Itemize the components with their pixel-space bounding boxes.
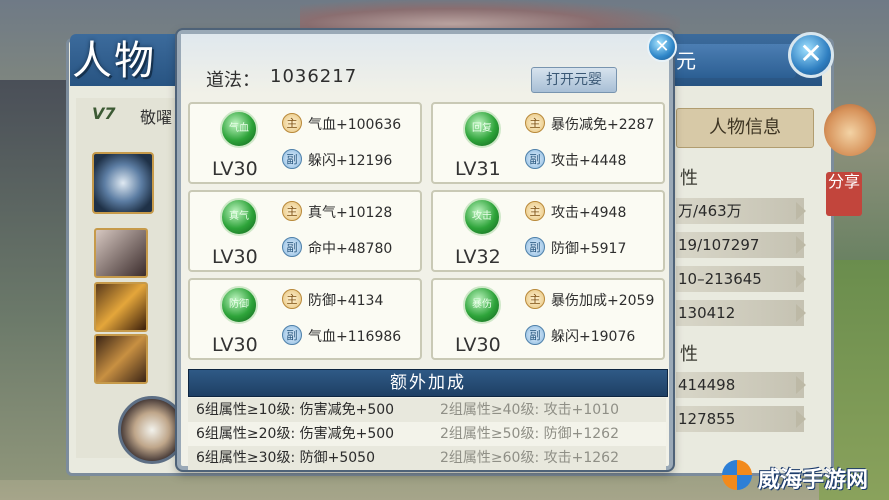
watermark-logo-icon xyxy=(722,460,752,490)
attribute-card[interactable]: 攻击 LV32 主 攻击+4948 副 防御+5917 xyxy=(431,190,665,272)
share-button[interactable]: 分享 xyxy=(826,172,862,216)
character-portrait[interactable] xyxy=(92,152,154,214)
sub-stat: 躲闪+19076 xyxy=(551,329,636,345)
main-badge-icon: 主 xyxy=(282,113,302,133)
main-badge-icon: 主 xyxy=(525,289,545,309)
bonus-right: 2组属性≥50级: 防御+1262 xyxy=(440,426,619,442)
bonus-left: 6组属性≥20级: 伤害减免+500 xyxy=(196,426,395,442)
bonus-row: 6组属性≥30级: 防御+5050 2组属性≥60级: 攻击+1262 xyxy=(188,446,666,470)
main-stat: 攻击+4948 xyxy=(551,205,627,221)
card-level: LV30 xyxy=(455,334,501,356)
sub-badge-icon: 副 xyxy=(282,149,302,169)
watermark-text: 威海手游网 xyxy=(758,468,869,493)
attribute-row[interactable]: 19/107297 xyxy=(676,232,806,258)
bonus-section-title: 额外加成 xyxy=(188,369,668,397)
daofa-label: 道法： xyxy=(206,70,260,91)
daofa-popup: 道法： 1036217 打开元婴 ✕ 气血 LV30 主 气血+100636 副… xyxy=(177,30,677,470)
main-stat: 气血+100636 xyxy=(308,117,402,133)
jade-gem-icon: 防御 xyxy=(220,286,258,324)
section-label-1: 性 xyxy=(680,168,698,189)
sub-stat: 攻击+4448 xyxy=(551,153,627,169)
attribute-row[interactable]: 10–213645 xyxy=(676,266,806,292)
main-stat: 防御+4134 xyxy=(308,293,384,309)
attribute-card[interactable]: 回复 LV31 主 暴伤减免+2287 副 攻击+4448 xyxy=(431,102,665,184)
card-level: LV30 xyxy=(212,334,258,356)
main-stat: 暴伤加成+2059 xyxy=(551,293,655,309)
character-panel-title: 人物 xyxy=(72,38,156,84)
card-level: LV30 xyxy=(212,246,258,268)
main-badge-icon: 主 xyxy=(525,113,545,133)
daofa-value: 1036217 xyxy=(270,66,358,87)
vip-badge: V7 xyxy=(92,104,116,123)
bonus-row: 6组属性≥10级: 伤害减免+500 2组属性≥40级: 攻击+1010 xyxy=(188,398,666,422)
close-popup-button[interactable]: ✕ xyxy=(647,32,677,62)
attribute-card[interactable]: 防御 LV30 主 防御+4134 副 气血+116986 xyxy=(188,278,422,360)
equipment-slot-2[interactable] xyxy=(94,282,148,332)
open-yuanying-button[interactable]: 打开元婴 xyxy=(531,67,617,93)
card-level: LV31 xyxy=(455,158,501,180)
jade-gem-icon: 气血 xyxy=(220,110,258,148)
sub-stat: 防御+5917 xyxy=(551,241,627,257)
main-badge-icon: 主 xyxy=(282,289,302,309)
bonus-left: 6组属性≥30级: 防御+5050 xyxy=(196,450,375,466)
bonus-left: 6组属性≥10级: 伤害减免+500 xyxy=(196,402,395,418)
main-stat: 暴伤减免+2287 xyxy=(551,117,655,133)
main-badge-icon: 主 xyxy=(282,201,302,221)
attribute-card[interactable]: 暴伤 LV30 主 暴伤加成+2059 副 躲闪+19076 xyxy=(431,278,665,360)
close-panel-button[interactable]: ✕ xyxy=(788,32,834,78)
attribute-card[interactable]: 真气 LV30 主 真气+10128 副 命中+48780 xyxy=(188,190,422,272)
attribute-card[interactable]: 气血 LV30 主 气血+100636 副 躲闪+12196 xyxy=(188,102,422,184)
main-badge-icon: 主 xyxy=(525,201,545,221)
sub-badge-icon: 副 xyxy=(282,237,302,257)
attribute-row[interactable]: 414498 xyxy=(676,372,806,398)
sub-badge-icon: 副 xyxy=(282,325,302,345)
attribute-row[interactable]: 万/463万 xyxy=(676,198,806,224)
sub-badge-icon: 副 xyxy=(525,237,545,257)
sub-stat: 命中+48780 xyxy=(308,241,393,257)
equipment-ring-slot[interactable] xyxy=(118,396,186,464)
jade-gem-icon: 回复 xyxy=(463,110,501,148)
site-watermark: 威海手游网 xyxy=(722,458,882,493)
section-label-2: 性 xyxy=(680,344,698,365)
card-level: LV32 xyxy=(455,246,501,268)
jade-gem-icon: 真气 xyxy=(220,198,258,236)
sub-badge-icon: 副 xyxy=(525,149,545,169)
monkey-avatar-icon[interactable] xyxy=(824,104,876,156)
attribute-row[interactable]: 127855 xyxy=(676,406,806,432)
bonus-right: 2组属性≥60级: 攻击+1262 xyxy=(440,450,619,466)
character-name: 敬嚁 xyxy=(140,108,173,127)
sub-stat: 气血+116986 xyxy=(308,329,402,345)
main-stat: 真气+10128 xyxy=(308,205,393,221)
tab-yuan[interactable]: 元 xyxy=(664,44,796,78)
tab-character-info[interactable]: 人物信息 xyxy=(676,108,814,148)
bonus-right: 2组属性≥40级: 攻击+1010 xyxy=(440,402,619,418)
bonus-row: 6组属性≥20级: 伤害减免+500 2组属性≥50级: 防御+1262 xyxy=(188,422,666,446)
sub-badge-icon: 副 xyxy=(525,325,545,345)
equipment-slot-3[interactable] xyxy=(94,334,148,384)
jade-gem-icon: 暴伤 xyxy=(463,286,501,324)
equipment-slot-1[interactable] xyxy=(94,228,148,278)
attribute-row[interactable]: 130412 xyxy=(676,300,806,326)
card-level: LV30 xyxy=(212,158,258,180)
jade-gem-icon: 攻击 xyxy=(463,198,501,236)
sub-stat: 躲闪+12196 xyxy=(308,153,393,169)
